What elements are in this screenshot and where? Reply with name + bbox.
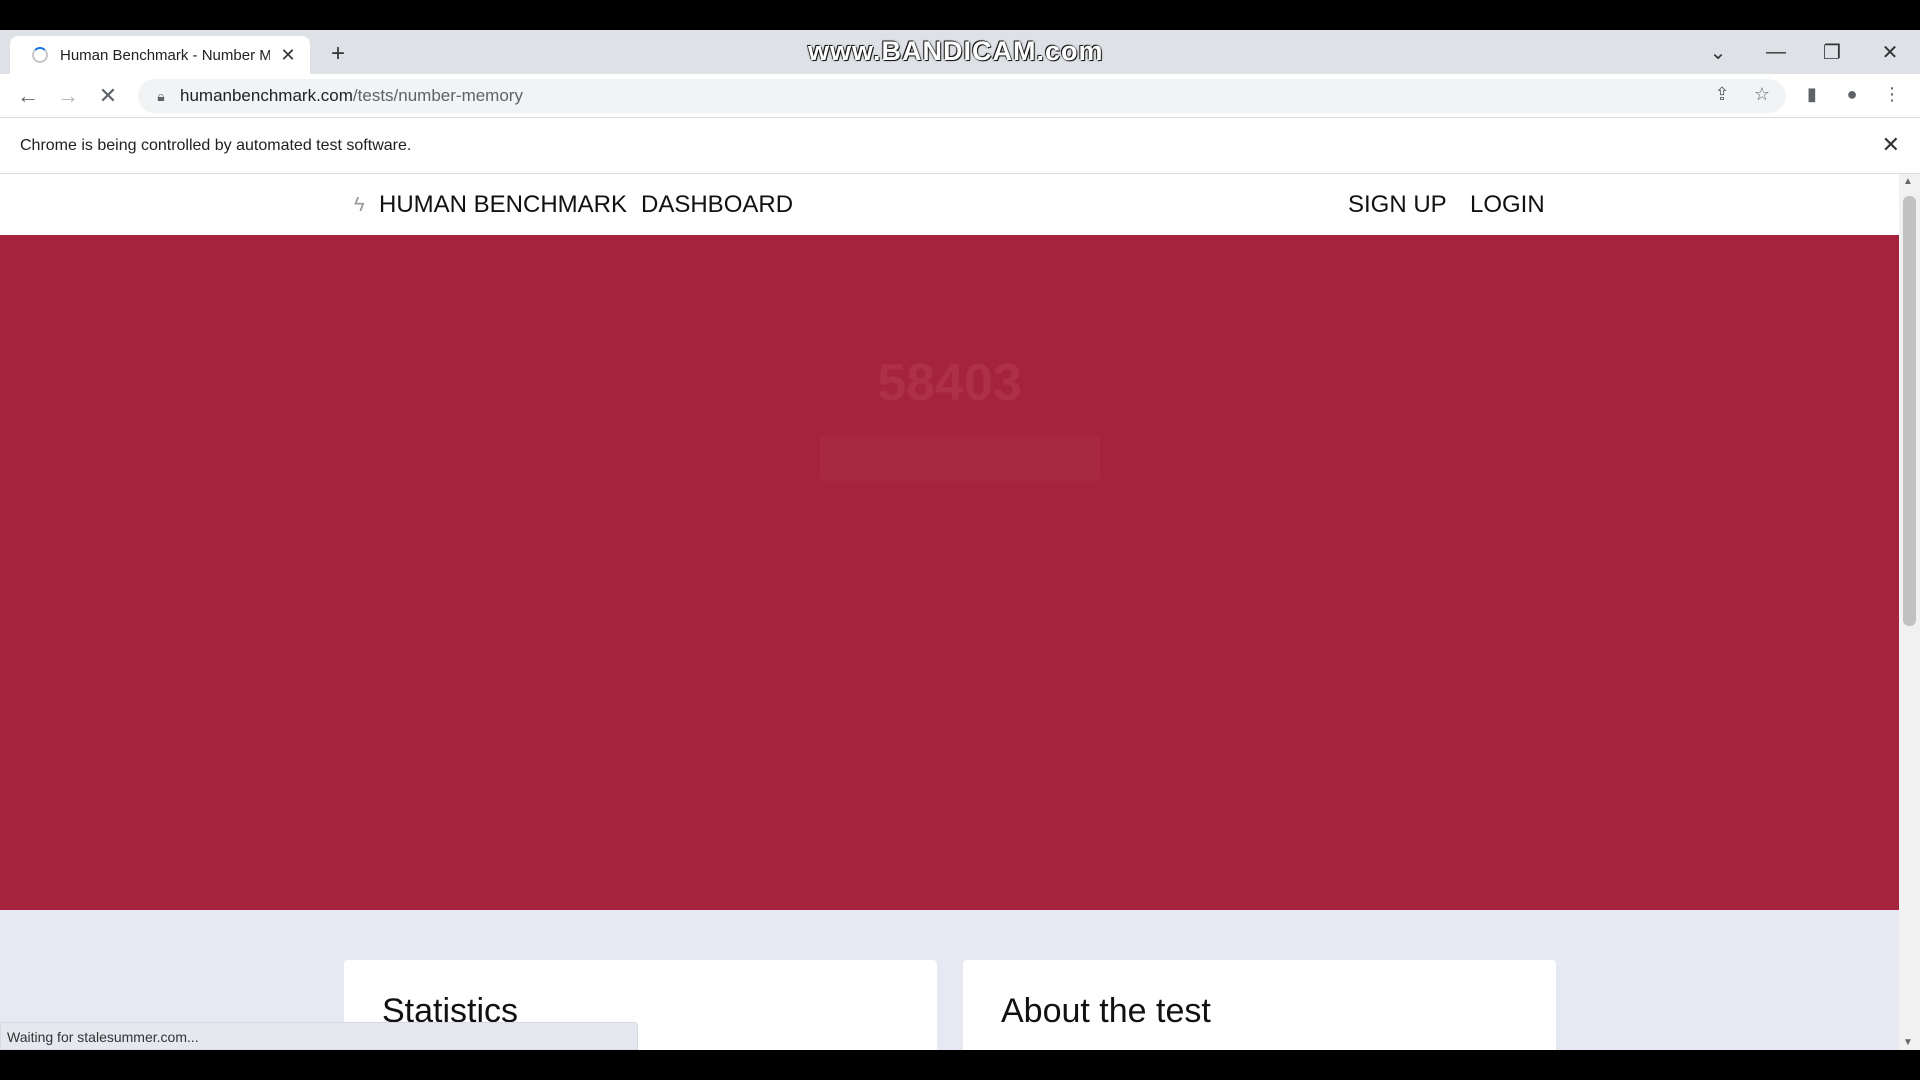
scroll-thumb[interactable] — [1903, 196, 1916, 626]
close-tab-icon[interactable]: ✕ — [278, 45, 298, 65]
close-infobar-icon[interactable]: ✕ — [1882, 132, 1900, 158]
stop-loading-icon[interactable]: ✕ — [92, 80, 124, 112]
side-panel-icon[interactable]: ▮ — [1797, 79, 1827, 109]
automation-infobar: Chrome is being controlled by automated … — [0, 118, 1920, 174]
nav-brand-link[interactable]: HUMAN BENCHMARK — [379, 191, 627, 219]
close-window-button[interactable]: ✕ — [1862, 30, 1918, 74]
minimize-button[interactable]: — — [1748, 30, 1804, 74]
tab-human-benchmark[interactable]: Human Benchmark - Number Me ✕ — [10, 36, 310, 74]
recording-bottom-bar — [0, 1050, 1920, 1080]
loading-spinner-icon — [32, 47, 48, 63]
site-navbar: ϟ HUMAN BENCHMARK DASHBOARD SIGN UP LOGI… — [0, 174, 1899, 235]
back-arrow-icon[interactable]: ← — [12, 80, 44, 112]
page-scrollbar[interactable]: ▲ ▼ — [1899, 174, 1920, 1050]
scroll-up-icon[interactable]: ▲ — [1903, 176, 1913, 187]
faded-input-placeholder — [820, 435, 1100, 481]
infobar-message: Chrome is being controlled by automated … — [20, 137, 412, 154]
profile-icon[interactable]: ● — [1837, 79, 1867, 109]
bookmark-star-icon[interactable]: ☆ — [1747, 79, 1777, 109]
nav-login-link[interactable]: LOGIN — [1470, 191, 1545, 219]
recording-top-bar — [0, 0, 1920, 30]
faded-number-display: 58403 — [877, 354, 1022, 412]
status-bubble: Waiting for stalesummer.com... — [0, 1022, 638, 1050]
test-hero-area[interactable]: 58403 — [0, 235, 1899, 910]
page-viewport: ϟ HUMAN BENCHMARK DASHBOARD SIGN UP LOGI… — [0, 174, 1920, 1050]
bolt-logo-icon[interactable]: ϟ — [354, 194, 365, 217]
lock-icon[interactable]: 🔒︎ — [146, 88, 176, 105]
browser-toolbar: ← → ✕ 🔒︎ humanbenchmark.com/tests/number… — [0, 74, 1920, 118]
forward-arrow-icon[interactable]: → — [52, 80, 84, 112]
address-bar[interactable]: 🔒︎ humanbenchmark.com/tests/number-memor… — [138, 79, 1786, 113]
kebab-menu-icon[interactable]: ⋮ — [1877, 79, 1907, 109]
tab-strip: Human Benchmark - Number Me ✕ + www.BAND… — [0, 30, 1920, 74]
new-tab-button[interactable]: + — [324, 40, 352, 68]
tab-title: Human Benchmark - Number Me — [60, 46, 270, 64]
restore-button[interactable]: ❐ — [1804, 30, 1860, 74]
tab-search-icon[interactable]: ⌄ — [1690, 30, 1746, 74]
nav-dashboard-link[interactable]: DASHBOARD — [641, 191, 793, 219]
about-title: About the test — [1001, 992, 1211, 1030]
url-text[interactable]: humanbenchmark.com/tests/number-memory — [180, 86, 523, 106]
about-card: About the test — [963, 960, 1556, 1050]
nav-signup-link[interactable]: SIGN UP — [1348, 191, 1447, 219]
bandicam-watermark: www.BANDICAM.com — [808, 36, 1104, 66]
share-icon[interactable]: ⇪ — [1707, 79, 1737, 109]
scroll-down-icon[interactable]: ▼ — [1903, 1037, 1913, 1048]
